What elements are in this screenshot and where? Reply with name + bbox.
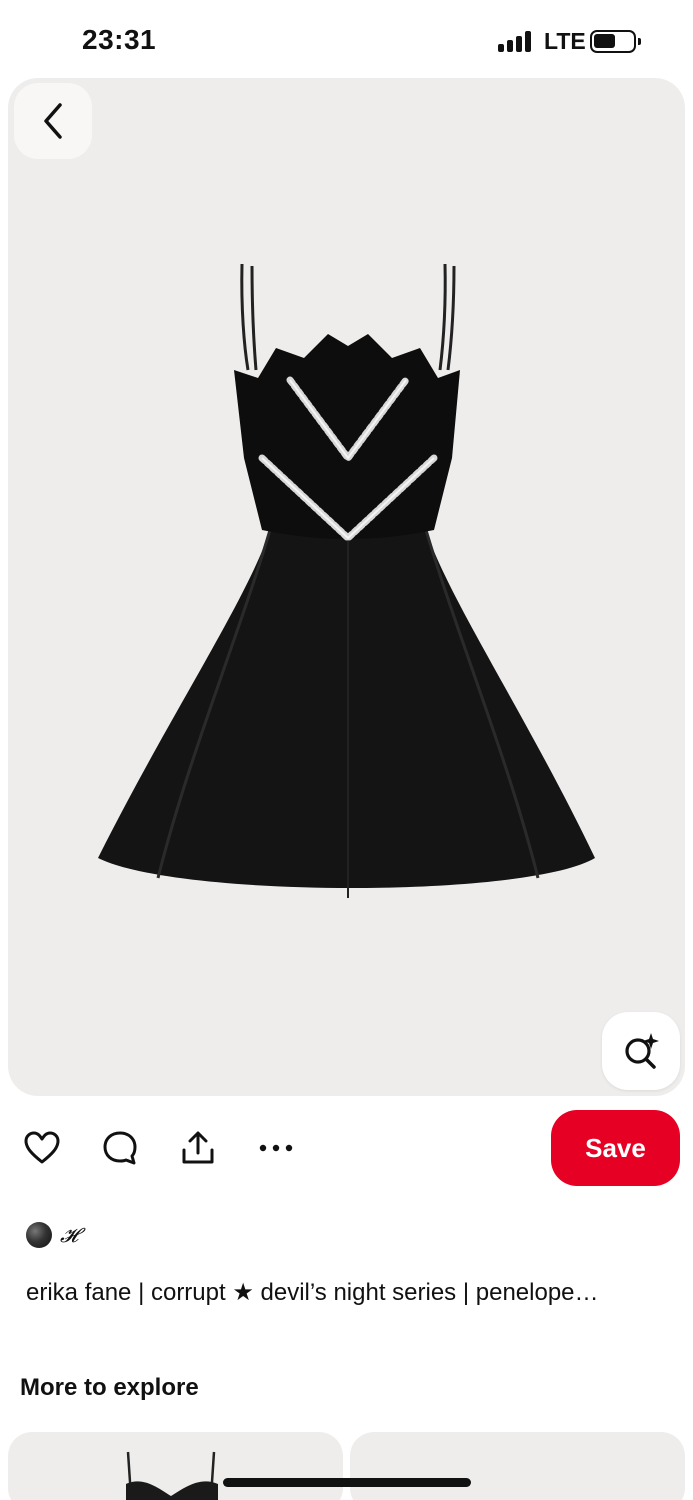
pin-actions: Save: [0, 1108, 693, 1188]
pin-image[interactable]: [8, 78, 685, 1096]
status-time: 23:31: [82, 24, 157, 55]
heart-icon[interactable]: [22, 1128, 62, 1168]
more-to-explore-heading: More to explore: [20, 1374, 199, 1401]
author-row[interactable]: 𝓗: [26, 1220, 78, 1250]
chevron-left-icon: [44, 103, 62, 139]
battery-icon: [590, 30, 641, 53]
signal-icon: [498, 30, 531, 52]
back-button[interactable]: [14, 83, 92, 159]
visual-search-button[interactable]: [602, 1012, 680, 1090]
explore-card-image: [126, 1451, 218, 1500]
comment-icon[interactable]: [100, 1128, 140, 1168]
explore-card[interactable]: [8, 1432, 343, 1500]
status-bar: 23:31 LTE: [0, 0, 693, 80]
explore-card[interactable]: [350, 1432, 685, 1500]
save-button[interactable]: Save: [551, 1110, 680, 1186]
home-indicator: [223, 1478, 471, 1487]
lens-search-icon: [625, 1033, 659, 1069]
more-icon[interactable]: [256, 1128, 296, 1168]
share-icon[interactable]: [178, 1128, 218, 1168]
network-label: LTE: [544, 28, 586, 54]
avatar[interactable]: [26, 1222, 52, 1248]
pin-title: erika fane | corrupt ★ devil’s night ser…: [26, 1279, 599, 1306]
dress-image: [98, 263, 595, 898]
author-name[interactable]: 𝓗: [60, 1223, 78, 1247]
